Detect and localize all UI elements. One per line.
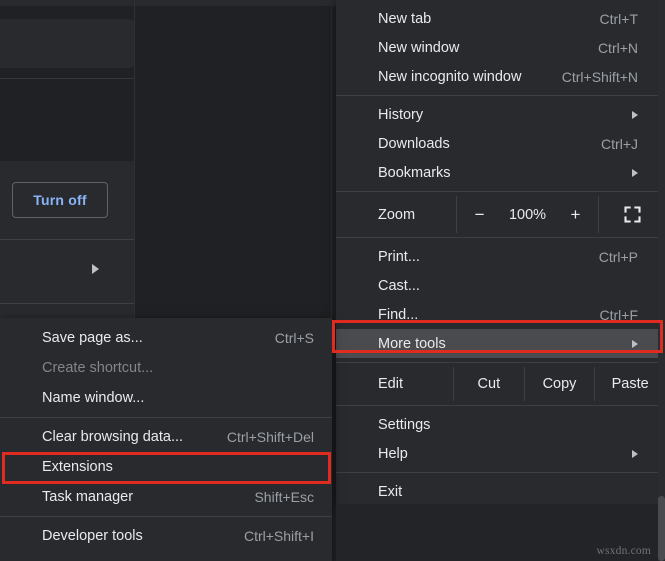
menu-item-label: New tab [378, 11, 431, 27]
zoom-out-button[interactable]: − [471, 204, 489, 225]
page-column-edge [331, 0, 332, 318]
menu-item-history[interactable]: History [336, 100, 665, 129]
submenu-divider [0, 516, 332, 517]
extension-card-edge [134, 0, 135, 322]
zoom-level-value: 100% [509, 207, 547, 223]
menu-item-shortcut: Ctrl+J [601, 136, 638, 152]
watermark: wsxdn.com [596, 545, 651, 557]
menu-item-shortcut: Ctrl+F [600, 307, 639, 323]
submenu-group-developer: Developer tools Ctrl+Shift+I [0, 521, 332, 551]
menu-item-shortcut: Ctrl+P [599, 249, 638, 265]
edit-row: Edit Cut Copy Paste [336, 367, 665, 401]
chrome-main-menu: New tab Ctrl+T New window Ctrl+N New inc… [336, 0, 665, 504]
menu-item-developer-tools[interactable]: Developer tools Ctrl+Shift+I [0, 521, 332, 551]
edit-label: Edit [336, 367, 453, 401]
menu-item-shortcut: Ctrl+Shift+N [562, 69, 638, 85]
chevron-right-icon [632, 169, 638, 177]
menu-item-cast[interactable]: Cast... [336, 271, 665, 300]
menu-item-label: Clear browsing data... [42, 429, 183, 445]
submenu-divider [0, 417, 332, 418]
menu-item-create-shortcut: Create shortcut... [0, 353, 332, 383]
menu-item-shortcut: Shift+Esc [254, 489, 314, 505]
menu-item-bookmarks[interactable]: Bookmarks [336, 158, 665, 187]
submenu-group-save: Save page as... Ctrl+S Create shortcut..… [0, 323, 332, 413]
menu-item-label: Developer tools [42, 528, 143, 544]
menu-item-new-incognito-window[interactable]: New incognito window Ctrl+Shift+N [336, 62, 665, 91]
menu-item-task-manager[interactable]: Task manager Shift+Esc [0, 482, 332, 512]
extension-card-header [0, 19, 135, 68]
zoom-row: Zoom − 100% + [336, 196, 665, 233]
menu-item-shortcut: Ctrl+Shift+I [244, 528, 314, 544]
menu-item-save-page-as[interactable]: Save page as... Ctrl+S [0, 323, 332, 353]
menu-item-shortcut: Ctrl+N [598, 40, 638, 56]
menu-item-new-window[interactable]: New window Ctrl+N [336, 33, 665, 62]
menu-item-label: Bookmarks [378, 165, 451, 181]
menu-item-more-tools[interactable]: More tools [336, 329, 665, 358]
menu-item-label: Exit [378, 484, 402, 500]
menu-item-label: Downloads [378, 136, 450, 152]
chevron-right-icon[interactable] [92, 264, 99, 274]
menu-group-tools: Print... Ctrl+P Cast... Find... Ctrl+F M… [336, 242, 665, 358]
menu-item-label: Save page as... [42, 330, 143, 346]
menu-item-new-tab[interactable]: New tab Ctrl+T [336, 4, 665, 33]
menu-item-name-window[interactable]: Name window... [0, 383, 332, 413]
menu-item-label: New incognito window [378, 69, 521, 85]
menu-item-label: Create shortcut... [42, 360, 153, 376]
menu-item-extensions[interactable]: Extensions [0, 452, 332, 482]
zoom-in-button[interactable]: + [567, 204, 585, 225]
menu-group-settings: Settings Help [336, 410, 665, 468]
menu-divider [336, 472, 665, 473]
menu-divider [336, 191, 665, 192]
menu-item-label: Settings [378, 417, 430, 433]
extension-card-row [0, 240, 135, 304]
submenu-group-manage: Clear browsing data... Ctrl+Shift+Del Ex… [0, 422, 332, 512]
zoom-controls: − 100% + [456, 196, 599, 233]
menu-group-browsing: History Downloads Ctrl+J Bookmarks [336, 100, 665, 187]
menu-divider [336, 362, 665, 363]
chevron-right-icon [632, 111, 638, 119]
chevron-right-icon [632, 340, 638, 348]
menu-divider [336, 95, 665, 96]
menu-item-label: More tools [378, 336, 446, 352]
menu-item-label: Task manager [42, 489, 133, 505]
menu-item-shortcut: Ctrl+T [600, 11, 639, 27]
scrollbar-thumb[interactable] [658, 496, 665, 561]
menu-item-label: Help [378, 446, 408, 462]
fullscreen-icon [624, 206, 641, 223]
menu-item-print[interactable]: Print... Ctrl+P [336, 242, 665, 271]
extension-card-divider-1 [0, 78, 135, 79]
menu-group-exit: Exit [336, 477, 665, 506]
menu-item-label: History [378, 107, 423, 123]
menu-divider [336, 237, 665, 238]
fullscreen-button[interactable] [599, 196, 665, 233]
menu-item-clear-browsing-data[interactable]: Clear browsing data... Ctrl+Shift+Del [0, 422, 332, 452]
paste-button[interactable]: Paste [594, 367, 665, 401]
menu-item-label: New window [378, 40, 459, 56]
menu-item-label: Extensions [42, 459, 113, 475]
zoom-label: Zoom [336, 196, 456, 233]
menu-item-help[interactable]: Help [336, 439, 665, 468]
menu-divider [336, 405, 665, 406]
menu-item-label: Cast... [378, 278, 420, 294]
more-tools-submenu: Save page as... Ctrl+S Create shortcut..… [0, 318, 332, 561]
menu-item-settings[interactable]: Settings [336, 410, 665, 439]
copy-button[interactable]: Copy [524, 367, 595, 401]
screenshot-root: Turn off New tab Ctrl+T New window Ctrl+… [0, 0, 665, 561]
menu-item-downloads[interactable]: Downloads Ctrl+J [336, 129, 665, 158]
menu-item-find[interactable]: Find... Ctrl+F [336, 300, 665, 329]
menu-item-label: Find... [378, 307, 418, 323]
menu-item-label: Print... [378, 249, 420, 265]
menu-group-new: New tab Ctrl+T New window Ctrl+N New inc… [336, 4, 665, 91]
menu-item-exit[interactable]: Exit [336, 477, 665, 506]
menu-item-shortcut: Ctrl+S [275, 330, 314, 346]
menu-item-label: Name window... [42, 390, 144, 406]
turn-off-button[interactable]: Turn off [12, 182, 108, 218]
scrollbar-track[interactable] [658, 0, 665, 561]
chevron-right-icon [632, 450, 638, 458]
menu-item-shortcut: Ctrl+Shift+Del [227, 429, 314, 445]
cut-button[interactable]: Cut [453, 367, 524, 401]
